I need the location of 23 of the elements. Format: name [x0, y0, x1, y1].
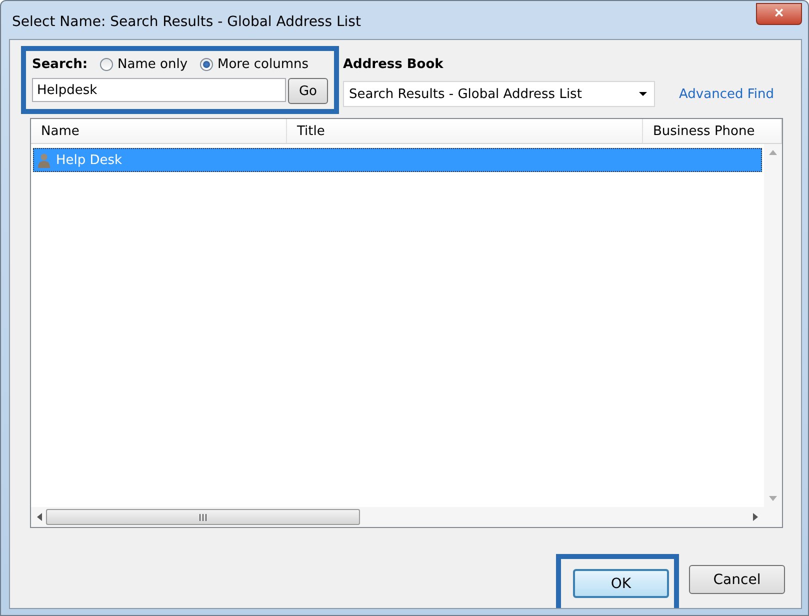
go-button[interactable]: Go — [288, 78, 328, 104]
cancel-button[interactable]: Cancel — [689, 565, 785, 594]
scrollbar-thumb[interactable] — [46, 509, 360, 525]
address-book-label: Address Book — [343, 57, 444, 72]
window-title: Select Name: Search Results - Global Address List — [11, 13, 361, 30]
scroll-down-icon[interactable] — [769, 496, 777, 501]
search-field[interactable]: Helpdesk — [32, 78, 286, 102]
ok-button[interactable]: OK — [573, 569, 669, 598]
caret-icon — [638, 91, 648, 97]
radio-button[interactable] — [100, 58, 113, 71]
radio-label[interactable]: Name only — [118, 57, 188, 72]
radio-label[interactable]: More columns — [218, 57, 309, 72]
scroll-right-icon[interactable] — [753, 513, 758, 521]
address-book-dropdown[interactable]: Search Results - Global Address List — [343, 81, 655, 107]
column-header[interactable]: Business Phone — [643, 119, 782, 143]
search-label: Search: — [32, 57, 88, 72]
person-icon — [38, 152, 50, 168]
column-header[interactable]: Title — [287, 119, 643, 143]
radio-button[interactable] — [200, 58, 213, 71]
column-header[interactable]: Name — [31, 119, 287, 143]
scroll-up-icon[interactable] — [769, 150, 777, 155]
scroll-left-icon[interactable] — [37, 513, 42, 521]
advanced-find-link[interactable]: Advanced Find — [679, 86, 774, 102]
